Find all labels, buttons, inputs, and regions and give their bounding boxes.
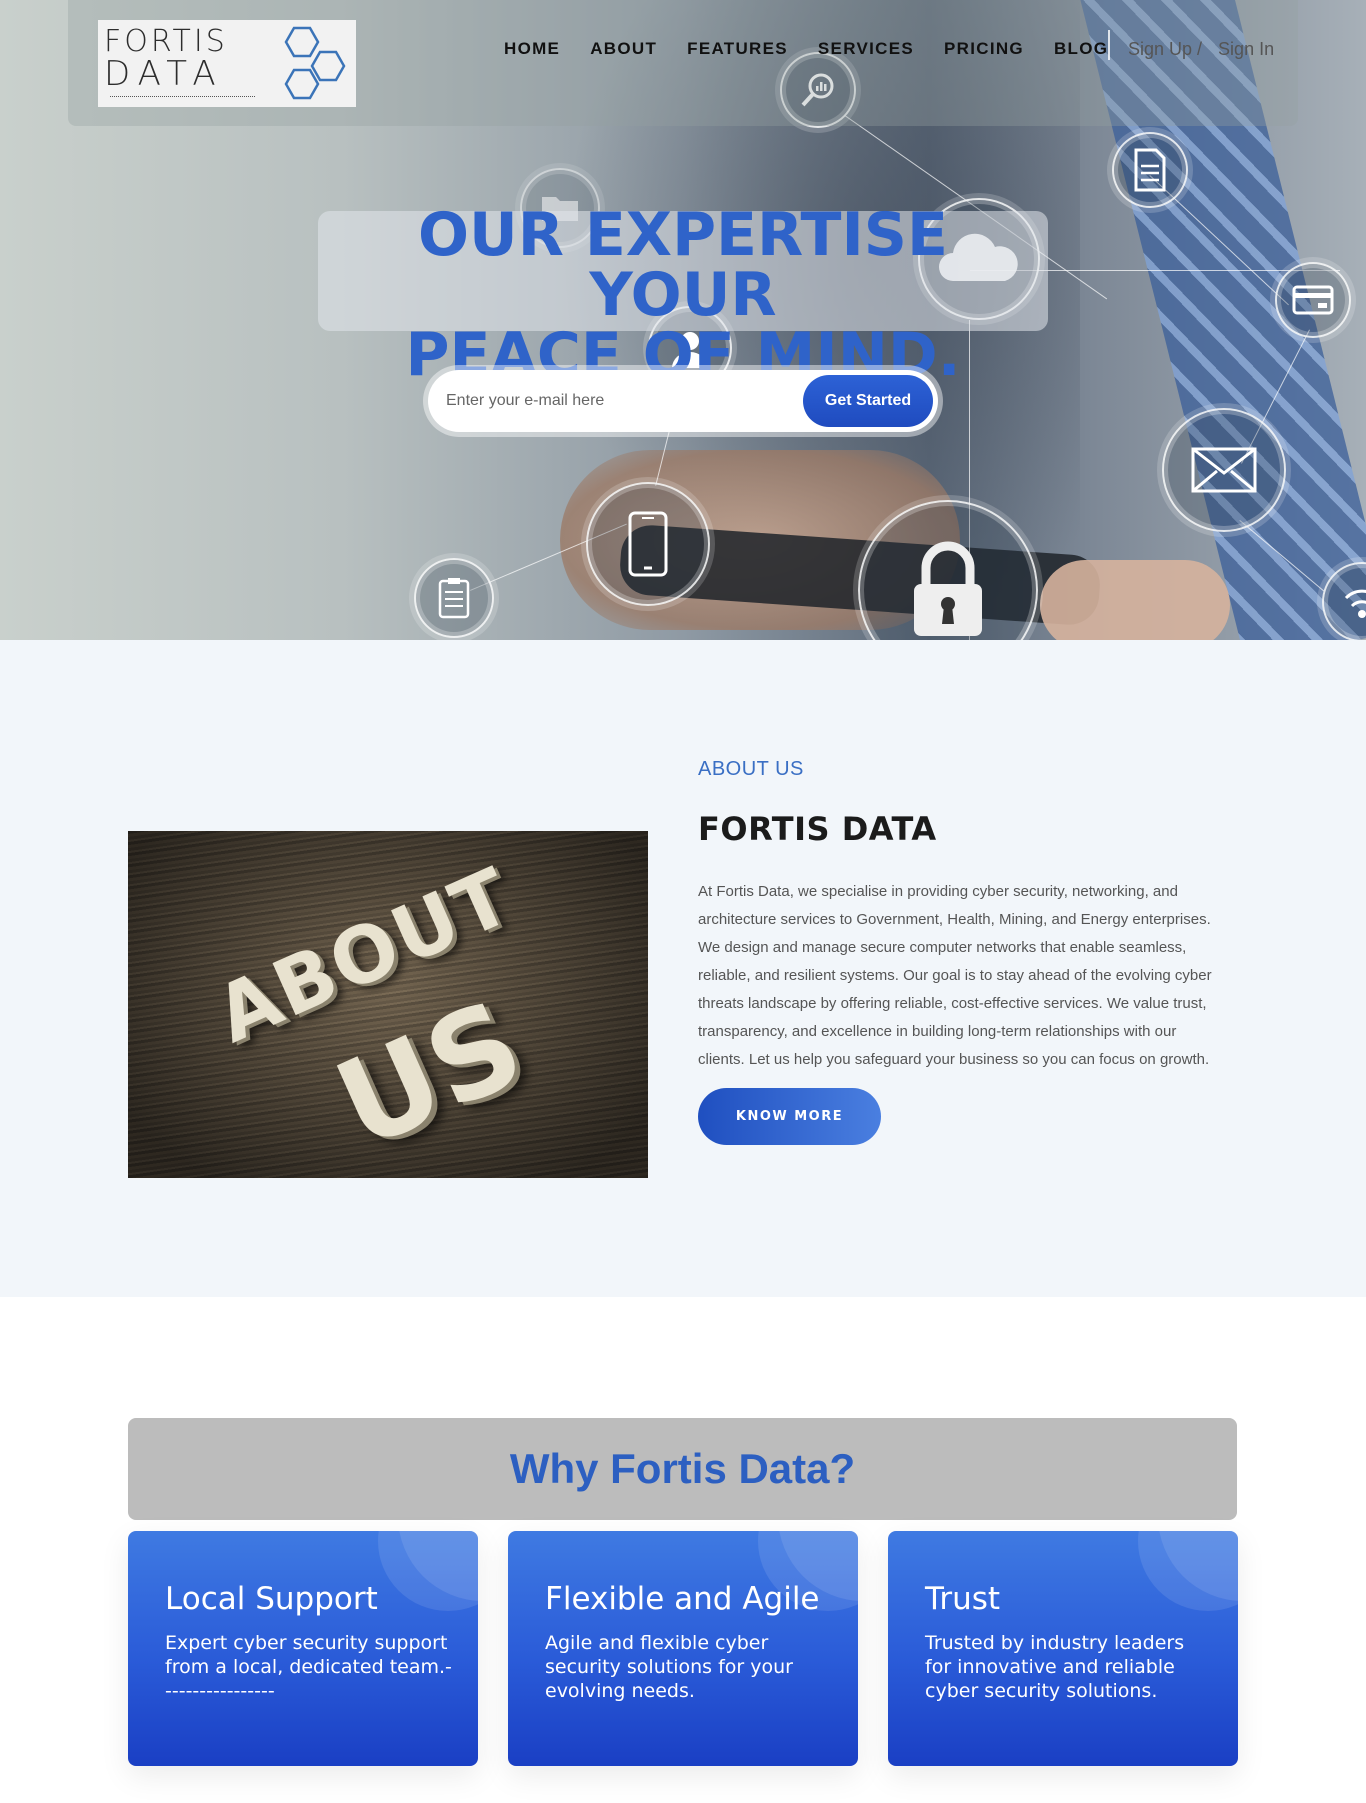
- nav-link-home[interactable]: HOME: [504, 36, 560, 62]
- why-heading: Why Fortis Data?: [509, 1445, 856, 1492]
- sign-in-link[interactable]: Sign In: [1218, 39, 1274, 59]
- hero-title: OUR EXPERTISE YOUR PEACE OF MIND.: [318, 205, 1048, 385]
- nav-link-features[interactable]: FEATURES: [687, 36, 788, 62]
- hero-background-thumb: [1040, 560, 1230, 640]
- nav-link-blog[interactable]: BLOG: [1054, 36, 1108, 62]
- hexagon-logo-icon: [284, 26, 346, 100]
- document-icon: [1112, 132, 1188, 208]
- sign-up-link[interactable]: Sign Up /: [1128, 39, 1202, 59]
- feature-card-flexible-agile: Flexible and Agile Agile and flexible cy…: [508, 1531, 858, 1766]
- about-title: FORTIS DATA: [698, 810, 937, 848]
- nav-link-about[interactable]: ABOUT: [590, 36, 657, 62]
- about-kicker: ABOUT US: [698, 758, 804, 780]
- about-section: ABOUT US ABOUT US FORTIS DATA At Fortis …: [0, 640, 1366, 1297]
- hero-section: FORTIS DATA HOME ABOUT FEATURES SERVICES…: [0, 0, 1366, 640]
- feature-card-text: Expert cyber security support from a loc…: [165, 1632, 452, 1702]
- feature-card-local-support: Local Support Expert cyber security supp…: [128, 1531, 478, 1766]
- nav-link-pricing[interactable]: PRICING: [944, 36, 1024, 62]
- feature-card-text: Agile and flexible cyber security soluti…: [545, 1632, 793, 1702]
- get-started-button[interactable]: Get Started: [803, 375, 933, 427]
- feature-card-trust: Trust Trusted by industry leaders for in…: [888, 1531, 1238, 1766]
- clipboard-icon: [414, 558, 494, 638]
- email-signup-form: Get Started: [428, 370, 938, 432]
- mobile-phone-icon: [586, 482, 710, 606]
- logo-text-line2: DATA: [104, 54, 224, 94]
- hero-title-line1: OUR EXPERTISE YOUR: [418, 200, 948, 330]
- feature-card-title: Trust: [925, 1581, 1001, 1617]
- why-heading-banner: Why Fortis Data?: [128, 1418, 1237, 1520]
- mail-icon: [1162, 408, 1286, 532]
- feature-cards: Local Support Expert cyber security supp…: [128, 1531, 1238, 1766]
- about-us-image: ABOUT US: [128, 831, 648, 1178]
- card-decor-circle: [378, 1531, 478, 1611]
- fortis-data-logo[interactable]: FORTIS DATA: [98, 20, 356, 107]
- credit-card-icon: [1275, 262, 1351, 338]
- about-body: At Fortis Data, we specialise in providi…: [698, 883, 1212, 1068]
- nav-link-services[interactable]: SERVICES: [818, 36, 914, 62]
- know-more-button[interactable]: KNOW MORE: [698, 1088, 881, 1145]
- main-nav: HOME ABOUT FEATURES SERVICES PRICING BLO…: [504, 36, 1138, 62]
- top-navbar: FORTIS DATA HOME ABOUT FEATURES SERVICES…: [68, 0, 1298, 126]
- logo-dotted-rule: [110, 96, 255, 97]
- email-input[interactable]: [446, 382, 786, 420]
- feature-card-title: Flexible and Agile: [545, 1581, 820, 1617]
- feature-card-title: Local Support: [165, 1581, 378, 1617]
- feature-card-text: Trusted by industry leaders for innovati…: [925, 1632, 1185, 1702]
- nav-divider: [1108, 30, 1110, 60]
- auth-links: Sign Up / Sign In: [1128, 36, 1274, 62]
- card-decor-circle: [1138, 1531, 1238, 1611]
